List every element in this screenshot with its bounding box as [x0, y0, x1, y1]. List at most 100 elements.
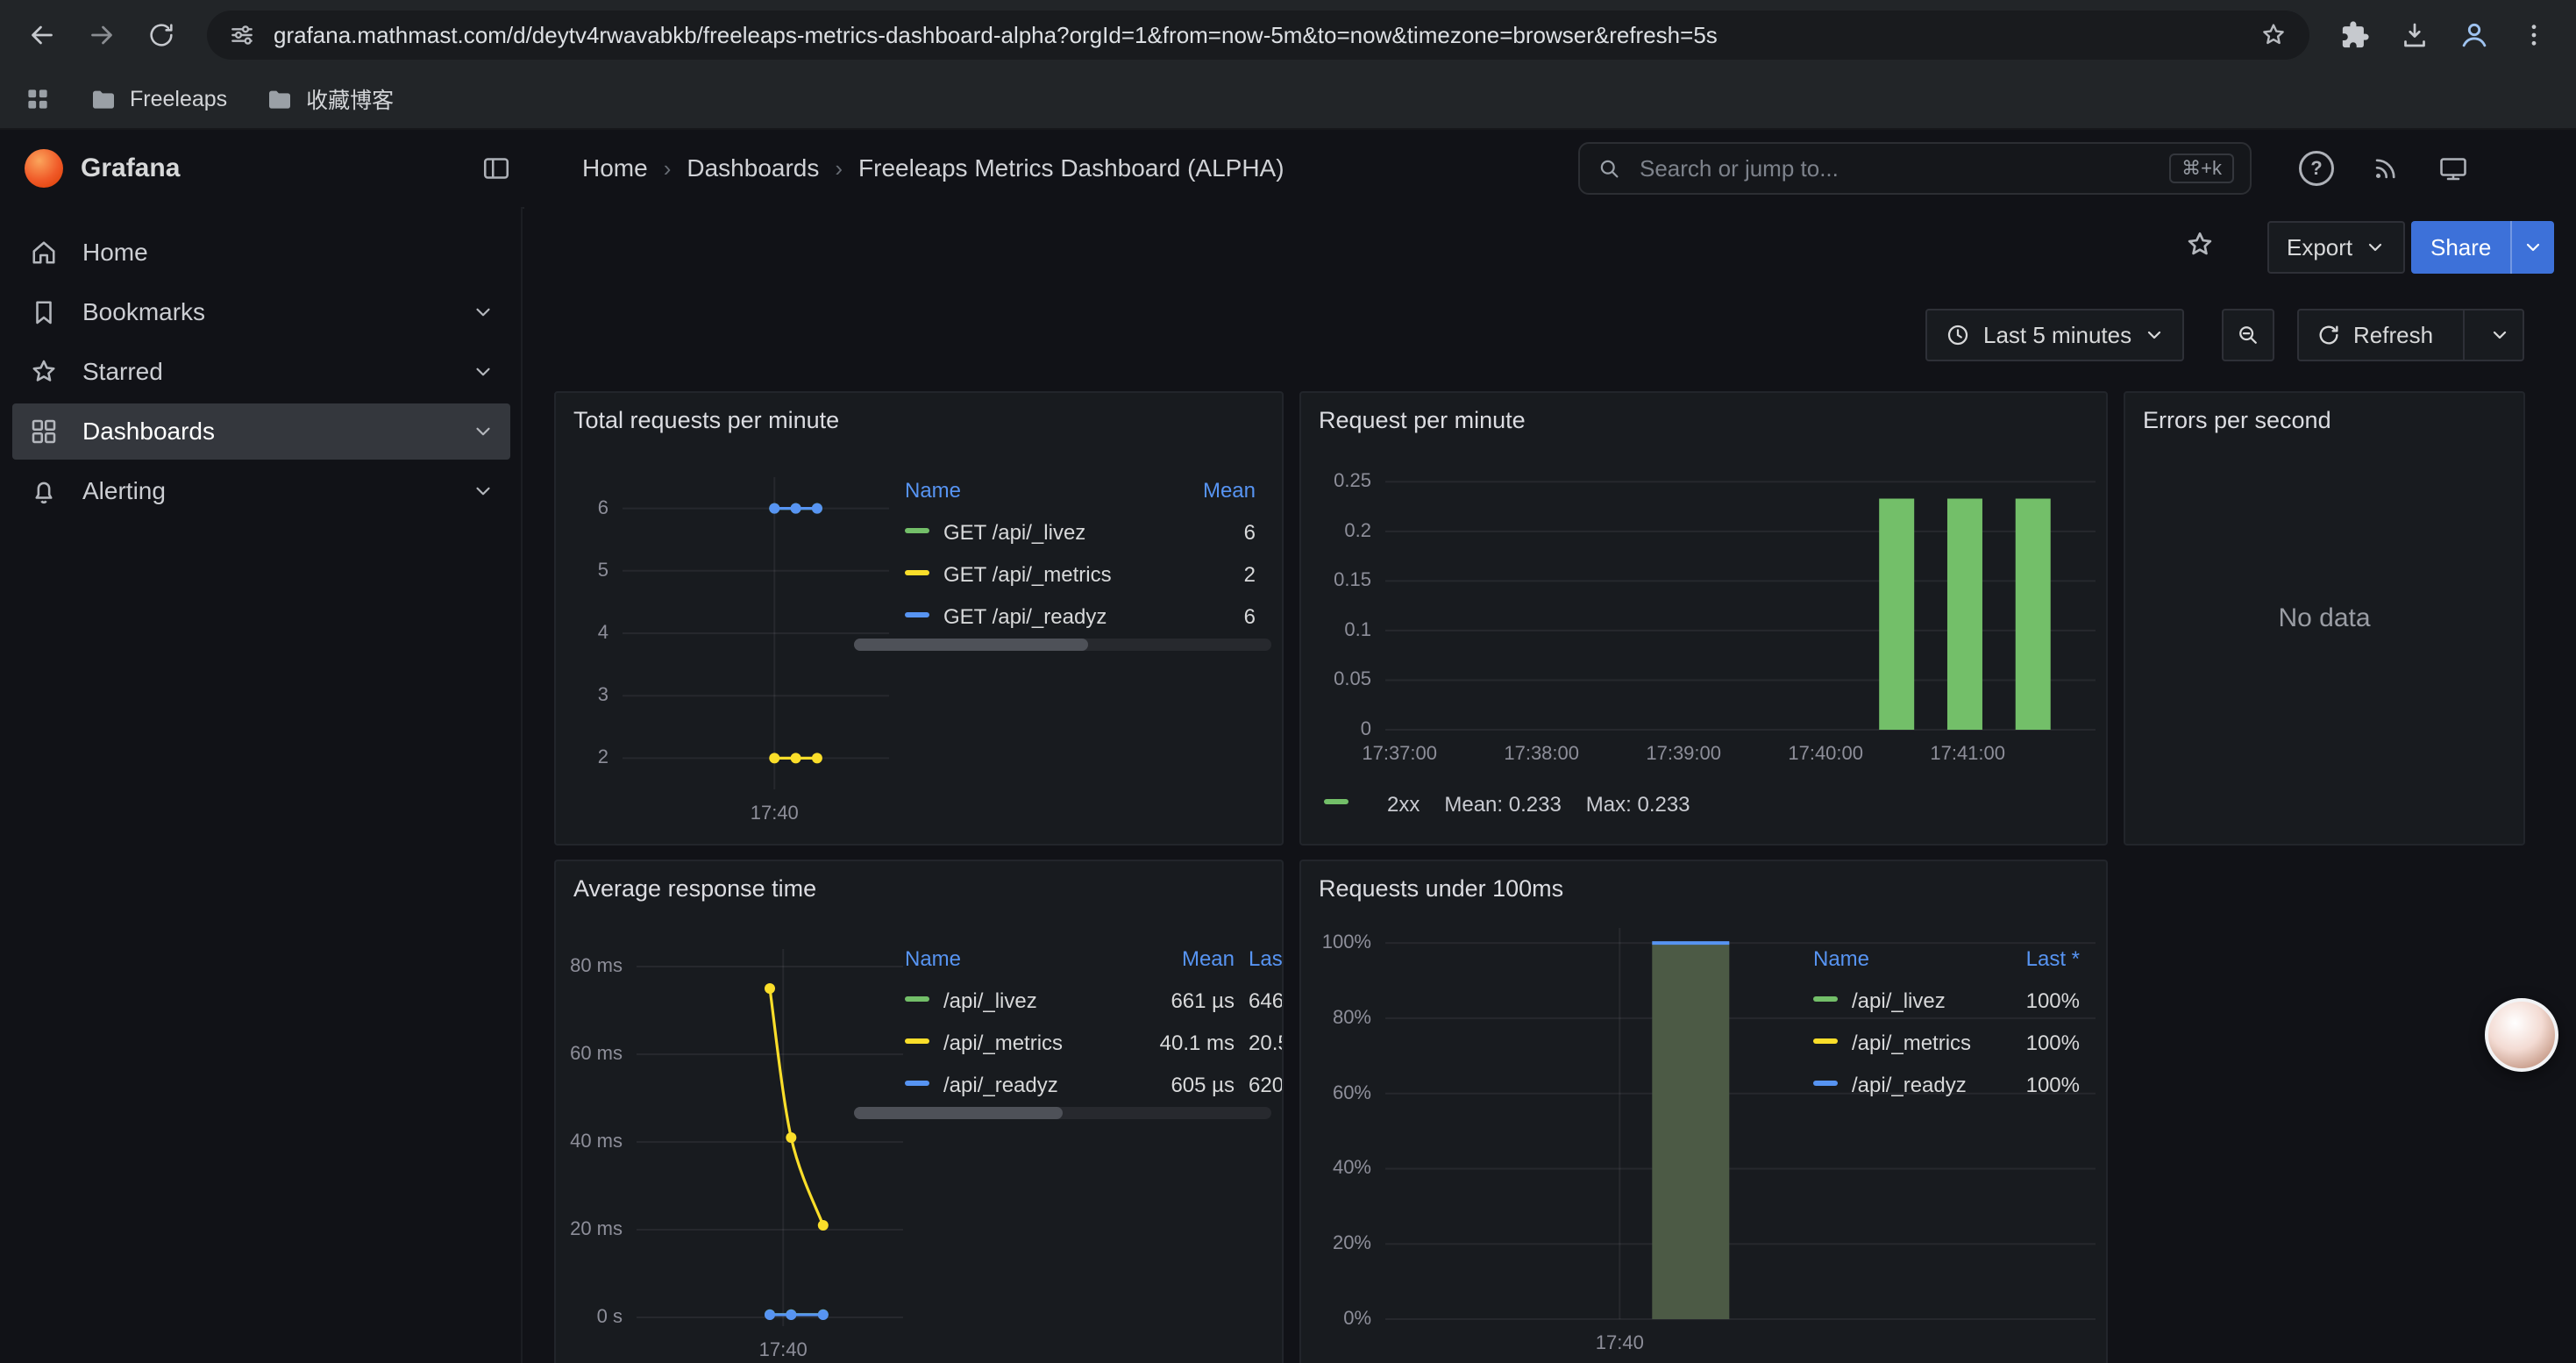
browser-toolbar: grafana.mathmast.com/d/deytv4rwavabkb/fr… [0, 0, 2576, 70]
breadcrumb-dashboards[interactable]: Dashboards [687, 154, 819, 182]
bookmark-folder-freeleaps[interactable]: Freeleaps [89, 85, 227, 113]
axis-tick-label: 0.1 [1299, 618, 1371, 641]
axis-tick-label: 60% [1299, 1081, 1371, 1104]
legend-table[interactable]: NameMeanGET /api/_livez6GET /api/_metric… [905, 470, 1270, 639]
legend-scrollbar[interactable] [854, 639, 1271, 651]
home-icon [28, 237, 60, 268]
axis-tick-label: 17:38:00 [1462, 742, 1620, 765]
url-bar[interactable]: grafana.mathmast.com/d/deytv4rwavabkb/fr… [207, 11, 2309, 60]
refresh-icon [2316, 323, 2341, 347]
chevron-down-icon[interactable] [2512, 221, 2554, 274]
chevron-down-icon[interactable] [472, 301, 495, 324]
legend-table[interactable]: NameLast */api/_livez100%/api/_metrics10… [1813, 938, 2094, 1107]
profile-button[interactable] [2446, 7, 2502, 63]
browser-menu-button[interactable] [2506, 7, 2562, 63]
refresh-label: Refresh [2353, 322, 2433, 349]
errors-per-second-chart: No data [2125, 393, 2523, 844]
folder-icon [89, 85, 117, 113]
axis-tick-label: 17:40 [1541, 1331, 1698, 1354]
panel-title[interactable]: Request per minute [1319, 407, 1526, 434]
zoom-out-button[interactable] [2222, 309, 2274, 361]
news-button[interactable] [2371, 153, 2401, 183]
scrollbar-thumb[interactable] [854, 1107, 1063, 1119]
no-data-message: No data [2125, 393, 2523, 844]
axis-tick-label: 0.25 [1299, 469, 1371, 492]
reload-button[interactable] [133, 7, 189, 63]
axis-tick-label: 17:41:00 [1889, 742, 2046, 765]
button-divider [2463, 310, 2465, 360]
brand-group: Grafana [25, 130, 180, 207]
extensions-button[interactable] [2327, 7, 2383, 63]
sidebar-item-starred[interactable]: Starred [12, 344, 510, 400]
grafana-logo[interactable] [25, 149, 63, 188]
search-input[interactable] [1636, 153, 2155, 184]
average-response-time-chart: NameMeanLast */api/_livez661 µs646 µs/ap… [556, 861, 1282, 1363]
breadcrumb: Home › Dashboards › Freeleaps Metrics Da… [582, 130, 1284, 207]
site-info-icon[interactable] [228, 21, 256, 49]
screen: grafana.mathmast.com/d/deytv4rwavabkb/fr… [0, 0, 2576, 1363]
search-shortcut-kbd: ⌘+k [2169, 153, 2234, 183]
chevron-down-icon[interactable] [472, 480, 495, 503]
axis-tick-label: 80 ms [554, 954, 623, 977]
axis-tick-label: 20 ms [554, 1217, 623, 1240]
sidebar-item-alerting[interactable]: Alerting [12, 463, 510, 519]
sidebar-item-dashboards[interactable]: Dashboards [12, 403, 510, 460]
breadcrumb-home[interactable]: Home [582, 154, 648, 182]
search-box[interactable]: ⌘+k [1578, 142, 2252, 195]
legend-inline[interactable]: 2xxMean: 0.233Max: 0.233 [1324, 793, 1690, 817]
time-range-label: Last 5 minutes [1983, 322, 2131, 349]
back-icon [26, 19, 58, 51]
extensions-icon [2340, 20, 2370, 50]
chevron-down-icon[interactable] [2477, 310, 2523, 360]
axis-tick-label: 60 ms [554, 1042, 623, 1065]
export-button[interactable]: Export [2267, 221, 2405, 274]
sidebar-item-bookmarks[interactable]: Bookmarks [12, 284, 510, 340]
axis-tick-label: 5 [554, 559, 608, 582]
bookmark-icon [28, 296, 60, 328]
forward-button[interactable] [74, 7, 130, 63]
reload-icon [146, 20, 176, 50]
downloads-button[interactable] [2387, 7, 2443, 63]
axis-tick-label: 40% [1299, 1156, 1371, 1179]
axis-tick-label: 3 [554, 683, 608, 706]
panel-title[interactable]: Requests under 100ms [1319, 875, 1563, 903]
refresh-button[interactable]: Refresh [2297, 309, 2524, 361]
chevron-down-icon[interactable] [472, 360, 495, 383]
favorite-dashboard-button[interactable] [2183, 228, 2217, 261]
share-button[interactable]: Share [2411, 221, 2554, 274]
sidebar: Home Bookmarks Starred Dashboards Alerti… [0, 207, 523, 1363]
url-text: grafana.mathmast.com/d/deytv4rwavabkb/fr… [274, 22, 2241, 49]
requests-under-100ms-chart: NameLast */api/_livez100%/api/_metrics10… [1301, 861, 2106, 1363]
dashboard-content: Export Share Last 5 minutes Refresh [524, 207, 2576, 1363]
axis-tick-label: 20% [1299, 1231, 1371, 1254]
sidebar-item-label: Bookmarks [82, 298, 205, 326]
breadcrumb-current[interactable]: Freeleaps Metrics Dashboard (ALPHA) [858, 154, 1284, 182]
panel-title[interactable]: Average response time [573, 875, 816, 903]
time-range-picker[interactable]: Last 5 minutes [1925, 309, 2184, 361]
panel-title[interactable]: Total requests per minute [573, 407, 839, 434]
panel-title[interactable]: Errors per second [2143, 407, 2331, 434]
bookmark-star-icon[interactable] [2259, 20, 2288, 50]
chart-plot-area [1385, 468, 2096, 730]
legend-table[interactable]: NameMeanLast */api/_livez661 µs646 µs/ap… [905, 938, 1284, 1107]
panel-average-response-time: Average response time NameMeanLast */api… [554, 860, 1284, 1363]
scrollbar-thumb[interactable] [854, 639, 1088, 651]
brand-title: Grafana [81, 153, 180, 183]
download-icon [2399, 19, 2430, 51]
bookmark-folder-blogs[interactable]: 收藏博客 [266, 83, 394, 115]
sidebar-item-label: Dashboards [82, 417, 215, 446]
help-button[interactable]: ? [2299, 151, 2334, 186]
clock-icon [1945, 322, 1971, 348]
apps-grid-button[interactable] [25, 86, 51, 112]
collapse-sidebar-button[interactable] [470, 147, 512, 189]
star-icon [2183, 228, 2217, 261]
sidebar-item-home[interactable]: Home [12, 225, 510, 281]
user-avatar[interactable] [2506, 146, 2551, 191]
legend-scrollbar[interactable] [854, 1107, 1271, 1119]
kiosk-mode-button[interactable] [2437, 153, 2469, 184]
axis-tick-label: 17:40 [704, 1338, 862, 1361]
back-button[interactable] [14, 7, 70, 63]
chevron-down-icon[interactable] [472, 420, 495, 443]
assistant-avatar[interactable] [2485, 998, 2558, 1072]
grafana-header: Grafana Home › Dashboards › Freeleaps Me… [0, 130, 2576, 209]
